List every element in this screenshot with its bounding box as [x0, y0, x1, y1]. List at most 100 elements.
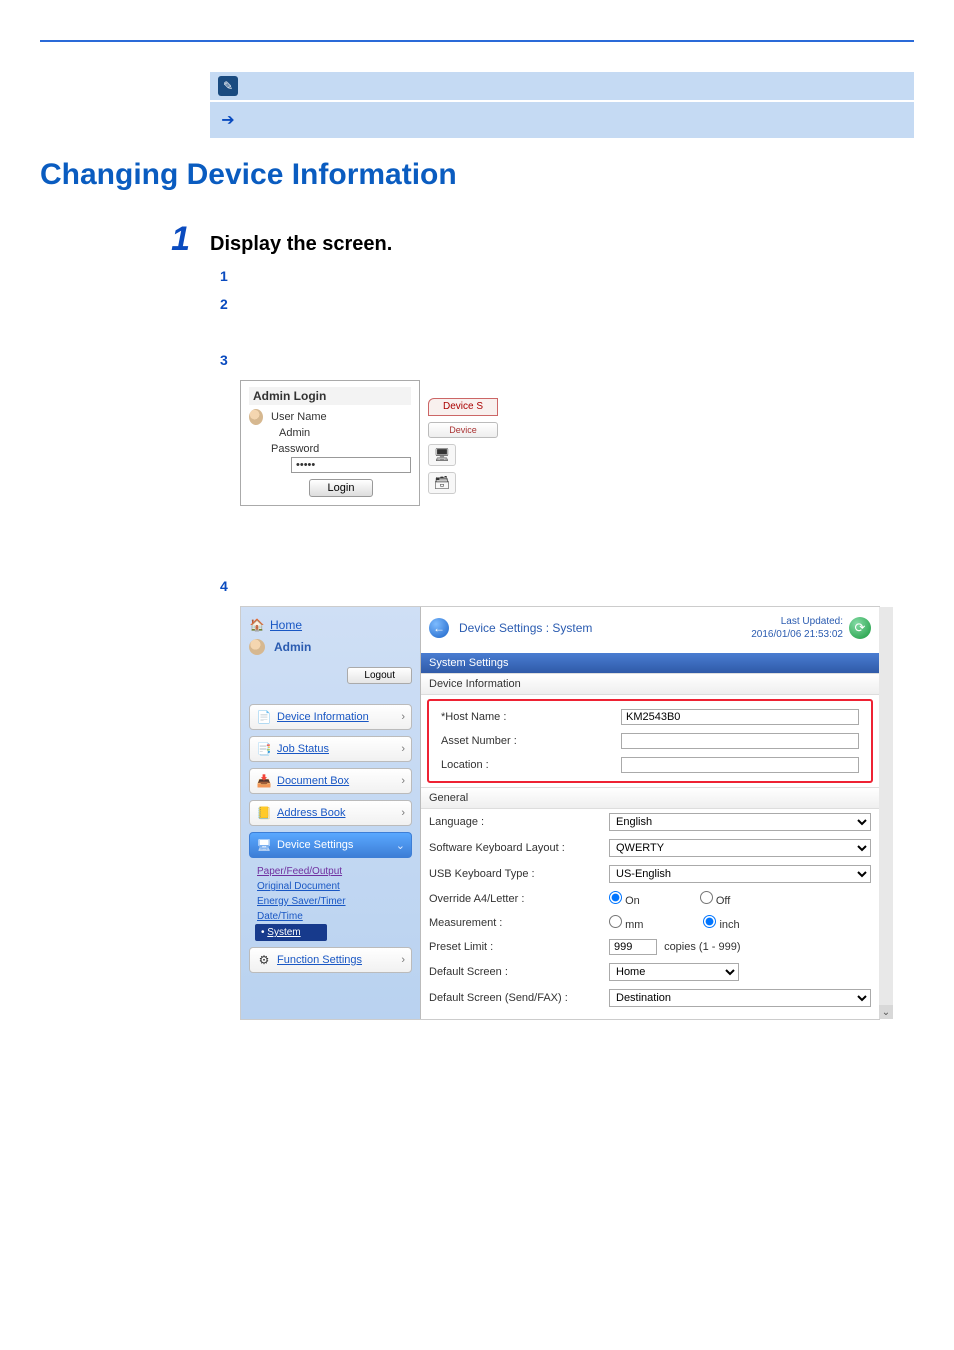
sidebar-item-label: Address Book: [277, 807, 345, 819]
section-device-info: Device Information: [421, 673, 879, 695]
note-bars: ✎ ➔: [210, 72, 914, 138]
job-status-icon: 📑: [256, 741, 272, 757]
substep-4: 4: [220, 578, 240, 594]
override-off[interactable]: Off: [700, 891, 731, 907]
refresh-icon[interactable]: ⟳: [849, 617, 871, 639]
sublink-original-doc[interactable]: Original Document: [257, 881, 340, 892]
scrollbar[interactable]: ⌄: [879, 607, 893, 1019]
username-label: User Name: [271, 409, 411, 425]
default-screen-label: Default Screen :: [429, 966, 609, 978]
chevron-right-icon: ›: [401, 775, 405, 787]
step-number: 1: [160, 222, 190, 256]
admin-avatar-icon: [249, 639, 265, 655]
preset-limit-suffix: copies (1 - 999): [664, 941, 740, 953]
sublink-date-time[interactable]: Date/Time: [257, 911, 303, 922]
sidebar-item-label: Document Box: [277, 775, 349, 787]
sublink-paper-feed[interactable]: Paper/Feed/Output: [257, 866, 342, 877]
substep-3: 3: [220, 352, 240, 368]
device-stub-btn[interactable]: Device: [428, 422, 498, 438]
back-icon[interactable]: ←: [429, 618, 449, 638]
logout-button[interactable]: Logout: [347, 667, 412, 684]
device-stub-top: Device S: [428, 398, 498, 416]
arrow-right-icon: ➔: [218, 110, 238, 130]
page-title: Changing Device Information: [40, 158, 914, 192]
embedded-ccrx-window: 🏠 Home Admin Logout 📄 Device Information …: [240, 606, 880, 1020]
device-settings-icon: 🖥: [256, 837, 272, 853]
note-icon: ✎: [218, 76, 238, 96]
main-header: ← Device Settings : System Last Updated:…: [421, 607, 879, 653]
sidebar-item-label: Job Status: [277, 743, 329, 755]
address-book-icon: 📒: [256, 805, 272, 821]
usb-keyboard-select[interactable]: US-English: [609, 865, 871, 883]
monitor-icon: 🖥: [428, 444, 456, 466]
breadcrumb-title: Device Settings : System: [459, 621, 592, 635]
device-info-icon: 📄: [256, 709, 272, 725]
main-panel: ← Device Settings : System Last Updated:…: [421, 607, 879, 1019]
sidebar-item-address-book[interactable]: 📒 Address Book ›: [249, 800, 412, 826]
preset-limit-input[interactable]: [609, 939, 657, 955]
password-input[interactable]: •••••: [291, 457, 411, 473]
sidebar-item-label: Device Settings: [277, 839, 353, 851]
sidebar-item-job-status[interactable]: 📑Job Status ›: [249, 736, 412, 762]
home-icon: 🏠: [249, 617, 265, 633]
home-link[interactable]: Home: [270, 618, 302, 632]
document-box-icon: 📥: [256, 773, 272, 789]
sidebar: 🏠 Home Admin Logout 📄 Device Information …: [241, 607, 421, 1019]
sub-list: 1 2 3: [220, 268, 914, 368]
sidebar-item-device-settings[interactable]: 🖥 Device Settings ⌄: [249, 832, 412, 858]
sidebar-item-function-settings[interactable]: ⚙Function Settings ›: [249, 947, 412, 973]
sidebar-item-device-info[interactable]: 📄 Device Information ›: [249, 704, 412, 730]
admin-label: Admin: [274, 640, 311, 654]
sidebar-item-document-box[interactable]: 📥 Document Box ›: [249, 768, 412, 794]
measurement-mm[interactable]: mm: [609, 915, 643, 931]
sub-list-4: 4: [220, 578, 914, 594]
chevron-right-icon: ›: [401, 807, 405, 819]
location-input[interactable]: [621, 757, 859, 773]
language-select[interactable]: English: [609, 813, 871, 831]
software-keyboard-select[interactable]: QWERTY: [609, 839, 871, 857]
default-screen-sendfax-select[interactable]: Destination: [609, 989, 871, 1007]
override-on[interactable]: On: [609, 891, 640, 907]
step-row: 1 Display the screen.: [160, 222, 914, 256]
usb-keyboard-label: USB Keyboard Type :: [429, 868, 609, 880]
sidebar-admin: Admin: [249, 639, 412, 655]
default-screen-select[interactable]: Home: [609, 963, 739, 981]
username-value: Admin: [271, 425, 411, 441]
section-general: General: [421, 787, 879, 809]
section-bar-system: System Settings: [421, 653, 879, 673]
sublink-energy-saver[interactable]: Energy Saver/Timer: [257, 896, 346, 907]
chevron-right-icon: ›: [401, 954, 405, 966]
chevron-down-icon: ⌄: [396, 839, 405, 852]
language-label: Language :: [429, 816, 609, 828]
admin-login-block: Admin Login User Name Admin Password •••…: [240, 380, 914, 506]
scroll-down-icon[interactable]: ⌄: [879, 1005, 893, 1019]
last-updated-time: 2016/01/06 21:53:02: [751, 628, 843, 641]
device-settings-sublist: Paper/Feed/Output Original Document Ener…: [255, 864, 412, 941]
highlighted-device-info-group: *Host Name : Asset Number : Location :: [427, 699, 873, 783]
login-button[interactable]: Login: [309, 479, 374, 497]
function-settings-icon: ⚙: [256, 952, 272, 968]
asset-number-label: Asset Number :: [441, 735, 621, 747]
sidebar-item-label: Device Information: [277, 711, 369, 723]
software-keyboard-label: Software Keyboard Layout :: [429, 842, 609, 854]
override-a4-label: Override A4/Letter :: [429, 893, 609, 905]
measurement-label: Measurement :: [429, 917, 609, 929]
sublink-system[interactable]: System: [267, 927, 300, 938]
login-side-stubs: Device S Device 🖥 🗃: [428, 380, 498, 506]
asset-number-input[interactable]: [621, 733, 859, 749]
sidebar-home[interactable]: 🏠 Home: [249, 617, 412, 633]
substep-1: 1: [220, 268, 240, 284]
measurement-inch[interactable]: inch: [703, 915, 739, 931]
chevron-right-icon: ›: [401, 711, 405, 723]
last-updated-label: Last Updated:: [751, 615, 843, 628]
substep-2: 2: [220, 296, 240, 312]
host-name-label: *Host Name :: [441, 711, 621, 723]
step-title: Display the screen.: [210, 233, 392, 256]
host-name-input[interactable]: [621, 709, 859, 725]
default-screen-sendfax-label: Default Screen (Send/FAX) :: [429, 992, 609, 1004]
box-icon: 🗃: [428, 472, 456, 494]
location-label: Location :: [441, 759, 621, 771]
last-updated: Last Updated: 2016/01/06 21:53:02: [751, 615, 843, 641]
password-label: Password: [271, 441, 411, 457]
user-avatar-icon: [249, 409, 263, 425]
